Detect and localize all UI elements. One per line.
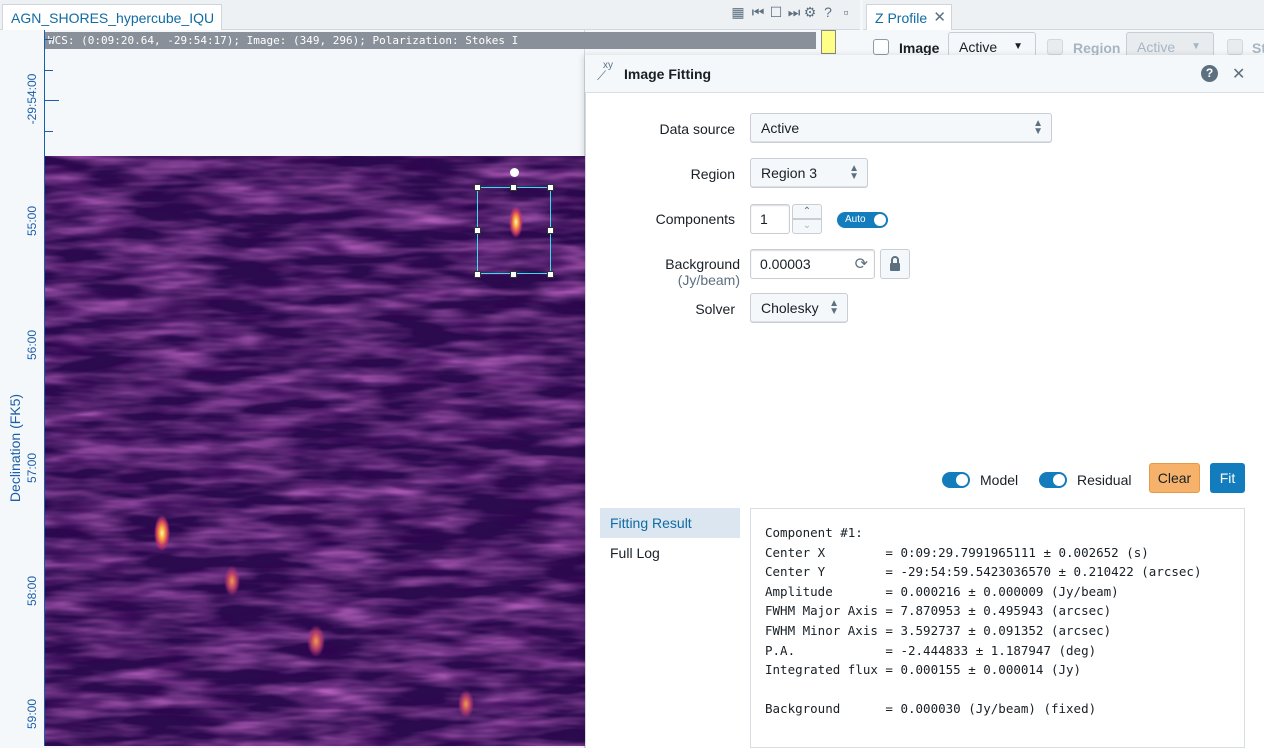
minimize-icon[interactable]: ▫ [838, 4, 854, 20]
refresh-icon[interactable]: ⟳ [855, 254, 868, 274]
background-label-text: Background [665, 256, 740, 272]
y-tick-label: 57:00 [25, 452, 39, 484]
region-handle[interactable] [474, 271, 481, 278]
region-label: Region [690, 166, 735, 182]
fit-button[interactable]: Fit [1210, 463, 1245, 493]
caret-up-down-icon: ▲ ▼ [849, 163, 859, 182]
tab-full-log[interactable]: Full Log [600, 538, 740, 568]
source-blob [307, 625, 325, 657]
tab-image-viewer[interactable]: AGN_SHORES_hypercube_IQU [2, 4, 222, 30]
model-toggle-label: Model [980, 472, 1019, 488]
stats-checkbox-label: St [1252, 40, 1264, 56]
auto-toggle[interactable]: Auto [837, 212, 888, 228]
solver-value: Cholesky [761, 300, 819, 316]
background-unit: (Jy/beam) [677, 272, 740, 288]
caret-down-icon: ▼ [1013, 41, 1023, 52]
residual-toggle[interactable] [1039, 472, 1067, 488]
caret-up-down-icon: ▲ ▼ [829, 298, 839, 317]
residual-toggle-label: Residual [1077, 472, 1132, 488]
components-label: Components [655, 211, 735, 227]
region-handle[interactable] [547, 271, 554, 278]
solver-label: Solver [695, 301, 735, 317]
tab-z-profile-label: Z Profile [875, 10, 928, 26]
region-checkbox-label: Region [1073, 40, 1121, 56]
region-3-rectangle[interactable] [477, 187, 551, 274]
y-tick-label: 58:00 [25, 575, 39, 607]
close-icon[interactable]: ✕ [1232, 64, 1245, 84]
result-line: FWHM Major Axis = 7.870953 ± 0.495943 (a… [765, 603, 1112, 619]
region-handle[interactable] [474, 227, 481, 234]
dialog-title: Image Fitting [624, 66, 712, 82]
y-axis-title: Declination (FK5) [7, 393, 23, 503]
source-blob [458, 690, 474, 718]
tab-fitting-result[interactable]: Fitting Result [600, 508, 740, 538]
background-value: 0.00003 [760, 256, 811, 272]
image-select-value: Active [959, 39, 998, 55]
close-icon[interactable]: ✕ [933, 8, 946, 26]
increment-button[interactable]: ⌃ [792, 204, 822, 219]
clear-button[interactable]: Clear [1149, 463, 1200, 493]
stats-checkbox[interactable] [1227, 39, 1243, 55]
grid-icon[interactable]: ▦ [730, 4, 746, 20]
region-handle[interactable] [474, 184, 481, 191]
region-checkbox[interactable] [1047, 39, 1063, 55]
data-source-value: Active [761, 120, 800, 136]
caret-down-icon: ▼ [1191, 41, 1201, 52]
fitting-result-text: Component #1: Center X = 0:09:29.79919651… [750, 508, 1245, 748]
model-toggle[interactable] [942, 472, 970, 488]
region-value: Region 3 [761, 165, 818, 181]
region-select[interactable]: Region 3 ▲ ▼ [750, 158, 868, 188]
decrement-button[interactable]: ⌄ [792, 219, 822, 234]
next-frame-icon[interactable]: ⏭ [786, 4, 802, 20]
y-tick-mark [45, 39, 53, 40]
caret-up-down-icon: ▲ ▼ [1033, 118, 1043, 137]
region-handle[interactable] [547, 227, 554, 234]
result-line: Center Y = -29:54:59.5423036570 ± 0.2104… [765, 564, 1202, 580]
result-line: Background = 0.000030 (Jy/beam) (fixed) [765, 701, 1097, 717]
result-line: Component #1: [765, 525, 863, 540]
auto-toggle-label: Auto [845, 214, 866, 225]
data-source-select[interactable]: Active ▲ ▼ [750, 113, 1052, 143]
background-label: Background (Jy/beam) [600, 256, 740, 288]
first-frame-icon[interactable]: ⏮ [750, 4, 766, 20]
region-handle[interactable] [547, 184, 554, 191]
result-line: Amplitude = 0.000216 ± 0.000009 (Jy/beam… [765, 583, 1119, 599]
background-input[interactable]: 0.00003 ⟳ [750, 249, 875, 279]
result-line: P.A. = -2.444833 ± 1.187947 (deg) [765, 642, 1097, 658]
help-icon[interactable]: ? [1201, 65, 1218, 82]
settings-icon[interactable]: ⚙ [802, 4, 818, 20]
lock-icon [890, 256, 900, 271]
lock-button[interactable] [880, 249, 910, 279]
solver-select[interactable]: Cholesky ▲ ▼ [750, 293, 848, 323]
image-checkbox-label: Image [899, 40, 940, 56]
cursor-info-bar: WCS: (0:09:20.64, -29:54:17); Image: (34… [44, 32, 816, 49]
y-tick-label: 55:00 [25, 205, 39, 237]
y-tick-label: 56:00 [25, 329, 39, 361]
xy-fitting-icon: xy ⟋ [597, 60, 613, 83]
components-input[interactable]: 1 [750, 204, 790, 234]
viewer-help-icon[interactable]: ? [820, 4, 836, 20]
result-line: Integrated flux = 0.000155 ± 0.000014 (J… [765, 662, 1082, 678]
region-select-value: Active [1137, 39, 1176, 55]
result-line: Center X = 0:09:29.7991965111 ± 0.002652… [765, 544, 1149, 560]
y-tick-label: 59:00 [25, 698, 39, 730]
y-tick-label: -29:54:00 [25, 73, 39, 125]
data-source-label: Data source [659, 121, 735, 137]
y-tick-mark [45, 100, 59, 101]
stop-icon[interactable]: ☐ [768, 4, 784, 20]
region-handle[interactable] [510, 184, 517, 191]
result-line [765, 680, 1230, 700]
source-blob [224, 566, 240, 596]
result-line: FWHM Minor Axis = 3.592737 ± 0.091352 (a… [765, 622, 1112, 638]
tab-z-profile[interactable]: Z Profile ✕ [866, 4, 952, 30]
y-tick-mark [45, 69, 53, 71]
region-handle[interactable] [510, 271, 517, 278]
region-rotate-handle[interactable] [510, 168, 519, 177]
image-checkbox[interactable] [873, 39, 889, 55]
y-tick-mark [45, 131, 53, 133]
source-blob [154, 515, 170, 551]
colorbar [821, 30, 836, 54]
